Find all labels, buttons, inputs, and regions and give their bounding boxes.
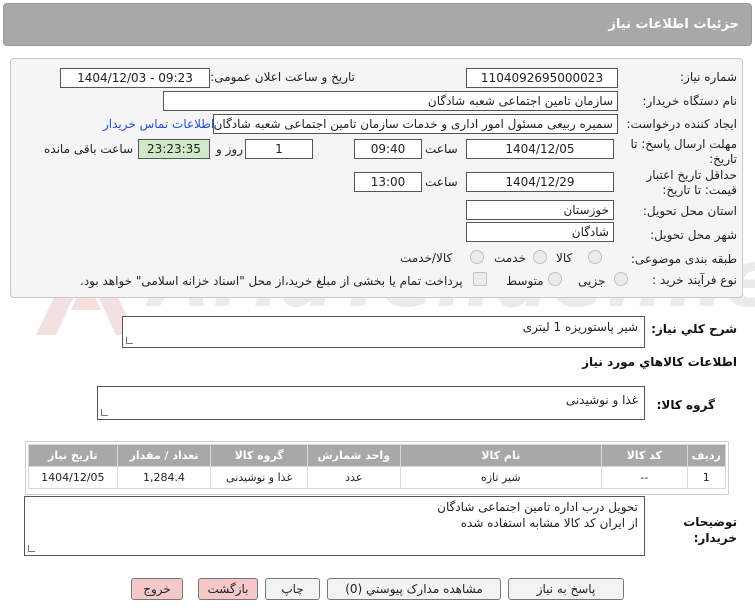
buyer-notes-field: تحویل درب اداره تامین اجتماعی شادگان از … [24,496,645,556]
validity-date-field: 1404/12/29 [466,172,614,192]
page-title: جزئیات اطلاعات نیاز [608,17,739,32]
resize-handle-icon[interactable] [101,409,108,416]
cell-item-code: -- [600,466,688,489]
buyer-org-field: سازمان تامین اجتماعی شعبه شادگان [163,91,618,111]
exit-button[interactable]: خروج [131,578,183,600]
category-radio-goods[interactable] [588,250,602,264]
cell-item-name: شیر تازه [399,466,602,489]
announce-field: 1404/12/03 - 09:23 [60,68,210,88]
days-field: 1 [245,139,313,159]
category-label: طبقه بندی موضوعی: [630,252,737,266]
print-button[interactable]: چاپ [265,578,320,600]
column-header-item-code: کد کالا [600,444,688,467]
goods-info-title: اطلاعات كالاهاي مورد نياز [582,355,737,369]
announce-label: تاریخ و ساعت اعلان عمومی: [210,70,355,84]
view-attachments-button[interactable]: مشاهده مدارک پیوستي (0) [327,578,501,600]
table-row[interactable]: 1 -- شیر تازه عدد غذا و نوشیدنی 1,284.4 … [28,466,727,489]
purchase-option-medium: متوسط [506,274,544,288]
summary-text: شیر پاستوریزه 1 لیتری [522,320,638,334]
need-number-field: 1104092695000023 [466,68,618,88]
province-label: استان محل تحویل: [642,204,737,218]
page-header: جزئیات اطلاعات نیاز [3,3,752,46]
column-header-row-number: ردیف [686,444,727,467]
need-number-label: شماره نیاز: [680,70,737,84]
table-header-row: ردیف کد کالا نام کالا واحد شمارش گروه کا… [28,444,727,467]
column-header-quantity: تعداد / مقدار [116,444,212,467]
column-header-item-name: نام کالا [399,444,602,467]
goods-group-label: گروه کالا: [656,398,715,412]
purchase-option-minor: جزیی [578,274,606,288]
buyer-notes-line-2: از ایران کد کالا مشابه استفاده شده [460,516,638,530]
column-header-unit: واحد شمارش [306,444,401,467]
category-option-service: خدمت [494,251,526,265]
city-label: شهر محل تحویل: [650,228,737,242]
treasury-payment-checkbox[interactable] [473,272,487,286]
summary-field: شیر پاستوریزه 1 لیتری [122,316,645,348]
cell-unit: عدد [306,466,401,489]
summary-label: شرح کلي نياز: [651,322,737,336]
category-option-goods: کالا [556,251,573,265]
reply-deadline-label: مهلت ارسال پاسخ: تا تاریخ: [630,137,737,166]
days-label: روز و [216,142,243,156]
reply-date-field: 1404/12/05 [466,139,614,159]
cell-quantity: 1,284.4 [116,466,212,489]
remaining-label: ساعت باقی مانده [44,142,134,156]
back-button[interactable]: بازگشت [198,578,258,600]
category-radio-service[interactable] [533,250,547,264]
purchase-radio-medium[interactable] [548,272,562,286]
goods-group-text: غذا و نوشیدنی [565,393,638,407]
items-table: ردیف کد کالا نام کالا واحد شمارش گروه کا… [28,444,727,489]
buyer-org-label: نام دستگاه خریدار: [642,94,738,108]
requester-field: سمیره ربیعی مسئول امور اداری و خدمات ساز… [213,114,618,134]
resize-handle-icon[interactable] [28,545,35,552]
reply-time-label: ساعت [425,142,458,156]
province-field: خوزستان [466,200,614,220]
category-option-goods-service: کالا/خدمت [400,251,453,265]
column-header-item-group: گروه کالا [210,444,308,467]
reply-button[interactable]: پاسخ به نیاز [508,578,624,600]
city-field: شادگان [466,222,614,242]
reply-time-field: 09:40 [354,139,422,159]
category-radio-goods-service[interactable] [470,250,484,264]
validity-label: حداقل تاریخ اعتبار قیمت: تا تاریخ: [646,168,737,197]
column-header-need-date: تاریخ نیاز [28,444,118,467]
cell-item-group: غذا و نوشیدنی [210,466,308,489]
cell-row-number: 1 [686,466,727,489]
contact-buyer-link[interactable]: اطلاعات تماس خریدار [103,117,214,131]
buyer-notes-line-1: تحویل درب اداره تامین اجتماعی شادگان [437,500,638,514]
purchase-radio-minor[interactable] [614,272,628,286]
cell-need-date: 1404/12/05 [28,466,118,489]
validity-time-label: ساعت [425,175,458,189]
treasury-payment-note: پرداخت تمام یا بخشی از مبلغ خرید،از محل … [80,274,463,288]
purchase-type-label: نوع فرآیند خرید : [652,273,737,287]
validity-time-field: 13:00 [354,172,422,192]
remaining-time-field: 23:23:35 [138,139,210,159]
buyer-notes-label: توضیحات خریدار: [683,515,737,545]
resize-handle-icon[interactable] [126,337,133,344]
requester-label: ایجاد کننده درخواست: [626,117,737,131]
goods-group-field: غذا و نوشیدنی [97,386,645,420]
items-table-container: ردیف کد کالا نام کالا واحد شمارش گروه کا… [25,441,729,495]
